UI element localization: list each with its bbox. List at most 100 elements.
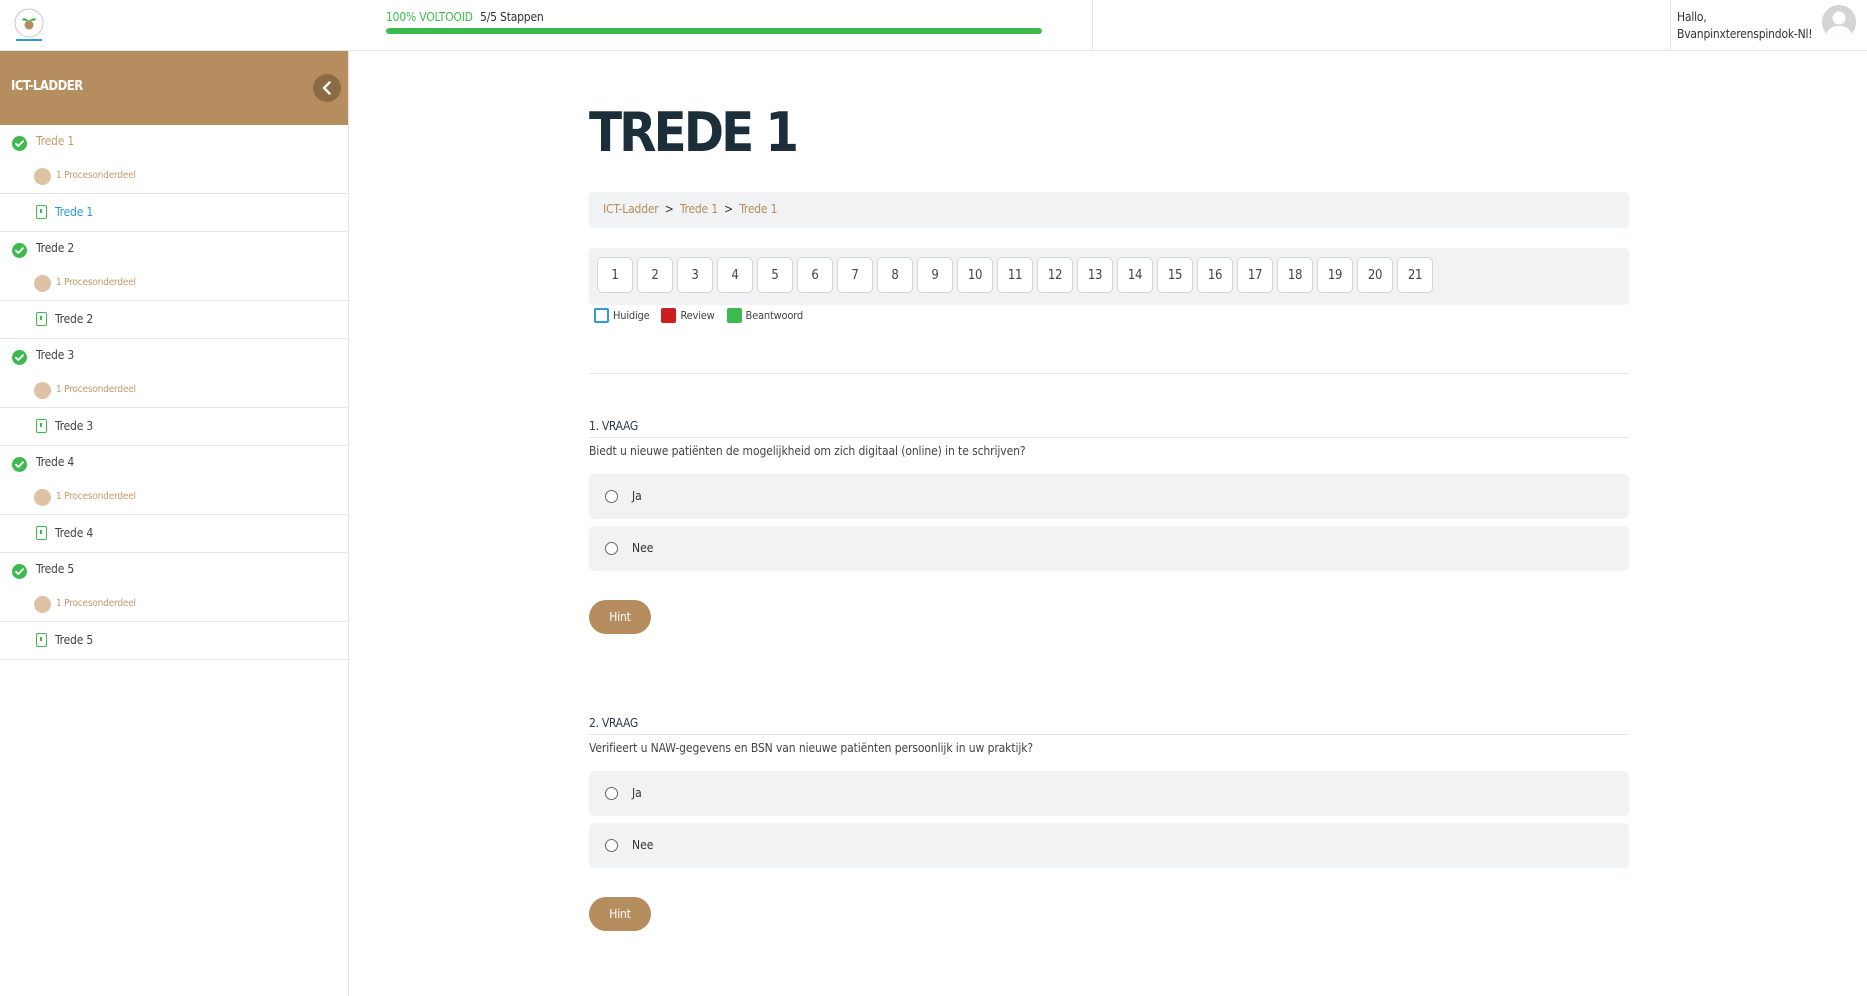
question-1: 1. VRAAG Biedt u nieuwe patiënten de mog… (589, 419, 1629, 634)
check-circle-icon (12, 350, 27, 365)
hint-button[interactable]: Hint (589, 897, 651, 931)
sidebar-item-label: Trede 2 (55, 312, 94, 326)
sidebar-item-label: Trede 5 (55, 633, 94, 647)
sidebar-group: Trede 2 1 Procesonderdeel Trede 2 (0, 232, 348, 339)
sidebar-subsection[interactable]: 1 Procesonderdeel (0, 587, 348, 622)
sidebar-item[interactable]: Trede 2 (0, 301, 348, 338)
sidebar: ICT-LADDER Trede 11 Procesonderdeel Trede… (0, 51, 349, 996)
pager-button[interactable]: 8 (877, 257, 913, 293)
sidebar-subsection-label: 1 Procesonderdeel (56, 491, 136, 502)
legend-label: Beantwoord (745, 309, 804, 322)
hint-button[interactable]: Hint (589, 600, 651, 634)
check-circle-icon (12, 136, 27, 151)
pager-button[interactable]: 12 (1037, 257, 1073, 293)
sidebar-header: ICT-LADDER (0, 51, 348, 125)
answer-option-nee[interactable]: Nee (589, 823, 1629, 868)
answer-option-nee[interactable]: Nee (589, 526, 1629, 571)
sidebar-item[interactable]: Trede 4 (0, 515, 348, 552)
sidebar-step[interactable]: Trede 5 (0, 553, 348, 587)
breadcrumb-current[interactable]: Trede 1 (739, 202, 777, 216)
sidebar-subsection-label: 1 Procesonderdeel (56, 277, 136, 288)
sidebar-group: Trede 3 1 Procesonderdeel Trede 3 (0, 339, 348, 446)
header-divider (1670, 0, 1671, 51)
sidebar-collapse-button[interactable] (313, 74, 341, 102)
answer-option-ja[interactable]: Ja (589, 474, 1629, 519)
pager-button[interactable]: 2 (637, 257, 673, 293)
sidebar-step[interactable]: Trede 2 (0, 232, 348, 266)
question-label: 1. VRAAG (589, 419, 1629, 438)
top-header: 100% VOLTOOID 5/5 Stappen Hallo, Bvanpin… (0, 0, 1867, 51)
sidebar-step[interactable]: Trede 1 (0, 125, 348, 159)
pager-button[interactable]: 16 (1197, 257, 1233, 293)
pager-button[interactable]: 17 (1237, 257, 1273, 293)
process-dot-icon (34, 275, 51, 292)
breadcrumb-separator: > (664, 202, 674, 216)
sidebar-item-label: Trede 4 (55, 526, 94, 540)
pager-button[interactable]: 14 (1117, 257, 1153, 293)
radio-button[interactable] (605, 542, 618, 555)
breadcrumb-link[interactable]: ICT-Ladder (603, 202, 659, 216)
process-dot-icon (34, 382, 51, 399)
pager-button[interactable]: 6 (797, 257, 833, 293)
pager-button[interactable]: 19 (1317, 257, 1353, 293)
pager-button[interactable]: 4 (717, 257, 753, 293)
pager-button[interactable]: 3 (677, 257, 713, 293)
sidebar-step[interactable]: Trede 3 (0, 339, 348, 373)
pager-button[interactable]: 11 (997, 257, 1033, 293)
radio-button[interactable] (605, 787, 618, 800)
option-label: Ja (632, 786, 642, 800)
process-dot-icon (34, 168, 51, 185)
sidebar-group: Trede 4 1 Procesonderdeel Trede 4 (0, 446, 348, 553)
sidebar-step-label: Trede 5 (36, 562, 75, 576)
sidebar-subsection[interactable]: 1 Procesonderdeel (0, 373, 348, 408)
option-label: Nee (632, 541, 654, 555)
pager-legend: Huidige Review Beantwoord (594, 308, 815, 323)
avatar[interactable] (1822, 5, 1856, 39)
pager-button[interactable]: 20 (1357, 257, 1393, 293)
progress-bar (386, 28, 1042, 34)
pager-button[interactable]: 10 (957, 257, 993, 293)
pager-button[interactable]: 5 (757, 257, 793, 293)
check-circle-icon (12, 564, 27, 579)
username: Bvanpinxterenspindok-Nl! (1677, 27, 1813, 41)
sidebar-subsection-label: 1 Procesonderdeel (56, 170, 136, 181)
question-text: Biedt u nieuwe patiënten de mogelijkheid… (589, 444, 1026, 458)
sidebar-item[interactable]: Trede 3 (0, 408, 348, 445)
breadcrumb-link[interactable]: Trede 1 (680, 202, 718, 216)
header-divider (1092, 0, 1093, 51)
breadcrumb: ICT-Ladder > Trede 1 > Trede 1 (589, 192, 1629, 228)
radio-button[interactable] (605, 490, 618, 503)
document-icon (36, 633, 47, 647)
question-pager: 1 2 3 4 5 6 7 8 9 10 11 12 13 14 15 16 17 18 19 20 21 (589, 248, 1629, 305)
pager-button[interactable]: 15 (1157, 257, 1193, 293)
answer-option-ja[interactable]: Ja (589, 771, 1629, 816)
ict-ladder-logo[interactable] (10, 6, 48, 44)
sidebar-item-label: Trede 1 (55, 205, 94, 219)
pager-button[interactable]: 9 (917, 257, 953, 293)
sidebar-item[interactable]: Trede 5 (0, 622, 348, 659)
pager-button[interactable]: 7 (837, 257, 873, 293)
legend-item: Huidige (594, 308, 650, 323)
question-text: Verifieert u NAW-gegevens en BSN van nie… (589, 741, 1034, 755)
pager-button[interactable]: 21 (1397, 257, 1433, 293)
progress-indicator: 100% VOLTOOID 5/5 Stappen (386, 10, 1042, 34)
greeting-line: Hallo, (1677, 10, 1707, 24)
pager-button[interactable]: 18 (1277, 257, 1313, 293)
legend-item: Review (661, 308, 715, 323)
sidebar-step[interactable]: Trede 4 (0, 446, 348, 480)
sidebar-item-label: Trede 3 (55, 419, 94, 433)
question-label: 2. VRAAG (589, 716, 1629, 735)
sidebar-subsection[interactable]: 1 Procesonderdeel (0, 159, 348, 194)
legend-label: Huidige (613, 309, 650, 322)
radio-button[interactable] (605, 839, 618, 852)
sidebar-subsection[interactable]: 1 Procesonderdeel (0, 266, 348, 301)
sidebar-step-label: Trede 2 (36, 241, 75, 255)
sidebar-subsection[interactable]: 1 Procesonderdeel (0, 480, 348, 515)
check-circle-icon (12, 457, 27, 472)
pager-button[interactable]: 13 (1077, 257, 1113, 293)
legend-label: Review (680, 309, 715, 322)
sidebar-item[interactable]: Trede 1 (0, 194, 348, 231)
progress-bar-fill (386, 28, 1042, 34)
user-greeting: Hallo, Bvanpinxterenspindok-Nl! (1677, 9, 1813, 43)
pager-button[interactable]: 1 (597, 257, 633, 293)
